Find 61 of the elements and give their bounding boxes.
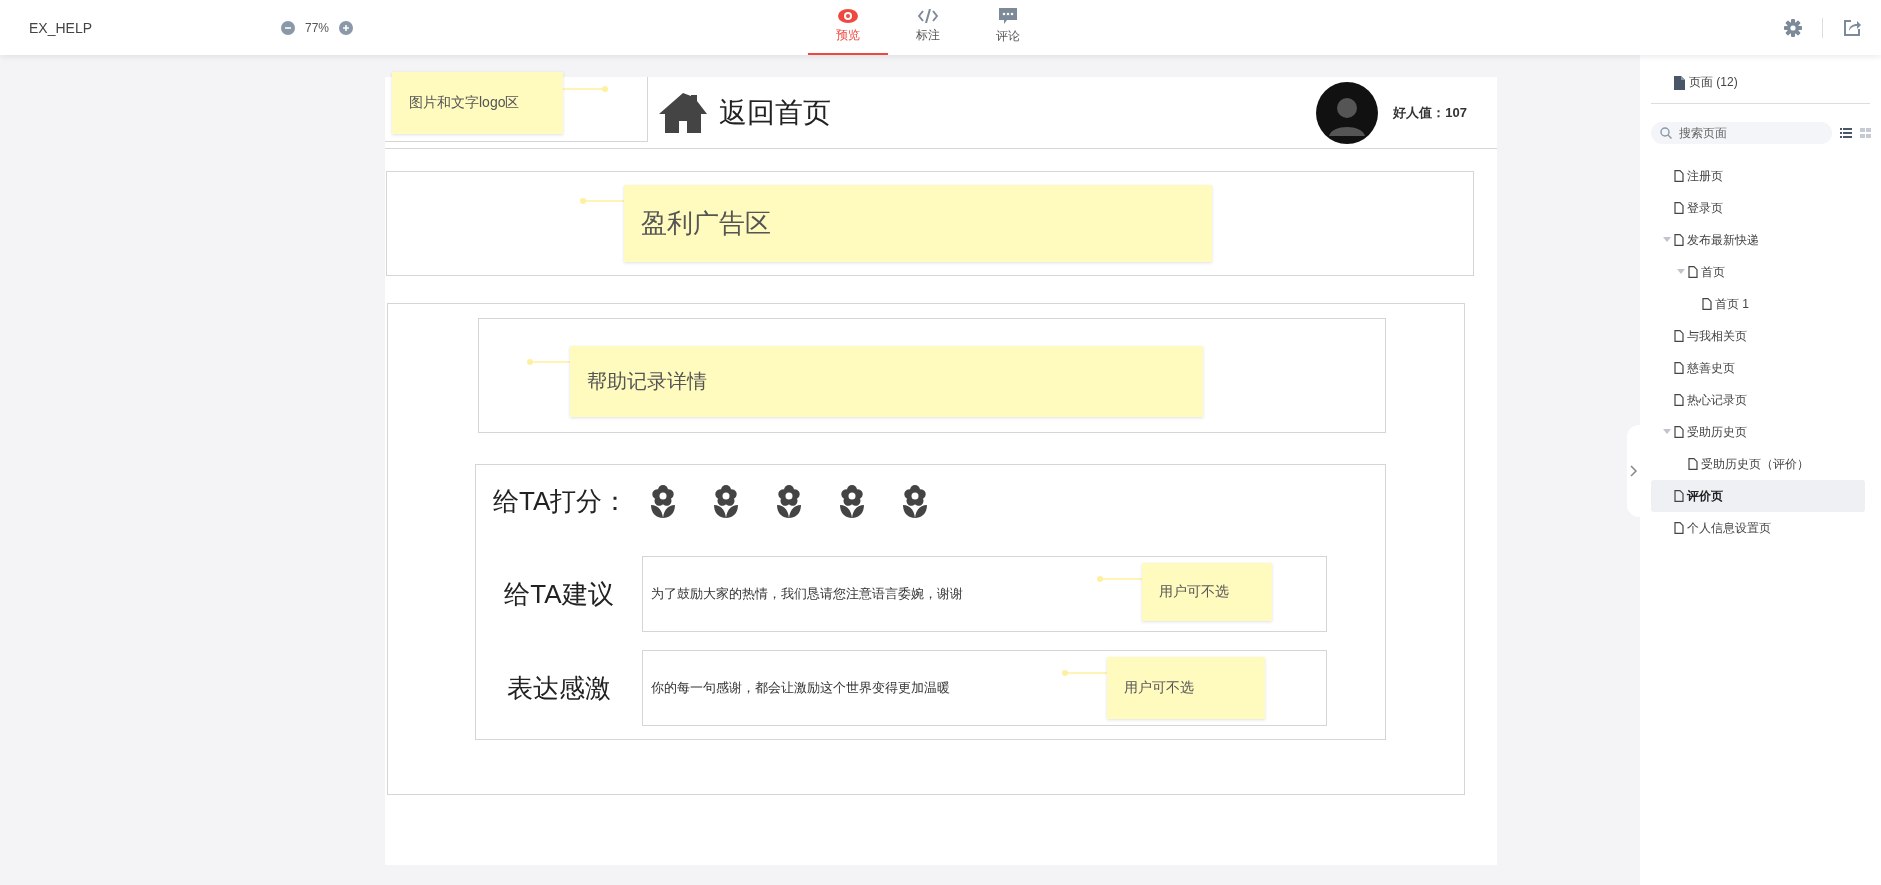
page-tree-item[interactable]: 受助历史页 [1651, 416, 1865, 448]
leader-line [583, 200, 625, 202]
page-icon [1674, 426, 1684, 438]
avatar [1316, 81, 1379, 144]
page-icon [1674, 362, 1684, 374]
page-icon [1674, 394, 1684, 406]
leader-line [1100, 578, 1142, 580]
page-tree-item[interactable]: 慈善史页 [1651, 352, 1865, 384]
code-icon [918, 9, 939, 23]
caret-icon [1663, 237, 1671, 243]
mode-tab[interactable]: 标注 [888, 0, 969, 55]
document-icon [1674, 75, 1685, 90]
sticky-note: 盈利广告区 [624, 185, 1212, 262]
page-icon [1674, 234, 1684, 246]
rating-label: 给TA打分： [493, 485, 629, 518]
leader-line [530, 361, 572, 363]
page-tree-item[interactable]: 发布最新快递 [1651, 224, 1865, 256]
home-link[interactable]: 返回首页 [719, 93, 831, 132]
share-button[interactable] [1843, 18, 1861, 37]
page-tree-item[interactable]: 热心记录页 [1651, 384, 1865, 416]
page-tree-item[interactable]: 首页 [1651, 256, 1865, 288]
mode-tab[interactable]: 预览 [808, 0, 889, 55]
sticky-note: 帮助记录详情 [570, 346, 1203, 417]
project-name: EX_HELP [29, 19, 94, 36]
list-view-icon[interactable] [1840, 128, 1852, 138]
settings-button[interactable] [1784, 18, 1802, 37]
good-person-score: 好人值：107 [1393, 103, 1467, 122]
page-tree-item[interactable]: 登录页 [1651, 192, 1865, 224]
zoom-in-button[interactable] [339, 20, 354, 35]
zoom-level: 77% [305, 20, 330, 35]
page-icon [1674, 490, 1684, 502]
mode-tab[interactable]: 评论 [968, 0, 1049, 55]
field-label: 给TA建议 [503, 577, 615, 611]
zoom-out-button[interactable] [281, 20, 295, 35]
page-icon [1702, 298, 1712, 310]
page-tree-item[interactable]: 个人信息设置页 [1651, 512, 1865, 544]
page-icon [1674, 202, 1684, 214]
collapse-handle[interactable] [1627, 425, 1641, 517]
page-icon [1674, 170, 1684, 182]
comment-icon [999, 8, 1018, 24]
leader-line [563, 88, 605, 90]
sticky-note: 用户可不选 [1142, 563, 1272, 621]
eye-icon [838, 9, 859, 23]
caret-icon [1663, 429, 1671, 435]
page-tree-item[interactable]: 与我相关页 [1651, 320, 1865, 352]
caret-icon [1677, 269, 1685, 275]
page-tree-item[interactable]: 评价页 [1651, 480, 1865, 512]
page-tree-item[interactable]: 首页 1 [1651, 288, 1865, 320]
page-tree-item[interactable]: 注册页 [1651, 160, 1865, 192]
page-icon [1688, 458, 1698, 470]
field-label: 表达感激 [506, 671, 612, 705]
search-field[interactable]: 搜索页面 [1651, 122, 1832, 144]
leader-line [1065, 672, 1107, 674]
page-icon [1674, 522, 1684, 534]
page-icon [1688, 266, 1698, 278]
page-icon [1674, 330, 1684, 342]
sticky-note: 用户可不选 [1107, 657, 1265, 719]
pages-header: 页面 (12) [1674, 74, 1870, 103]
page-tree-item[interactable]: 受助历史页（评价） [1651, 448, 1865, 480]
sticky-note: 图片和文字logo区 [392, 72, 563, 134]
home-icon[interactable] [659, 92, 707, 133]
